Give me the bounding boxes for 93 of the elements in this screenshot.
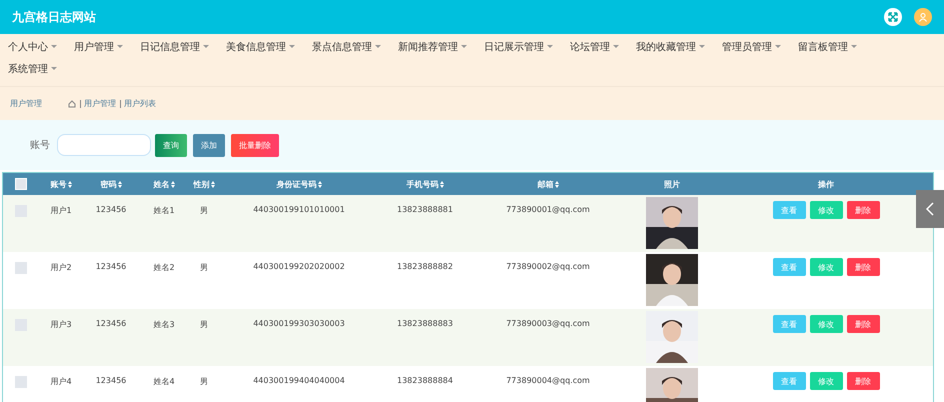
nav-menu-item[interactable]: 系统管理 xyxy=(8,58,57,80)
view-button[interactable]: 查看 xyxy=(772,315,806,333)
caret-icon xyxy=(547,45,553,49)
nav-menu-item[interactable]: 景点信息管理 xyxy=(312,36,381,58)
row-checkbox[interactable] xyxy=(15,262,27,274)
table-cell-text: 123456 xyxy=(94,261,128,271)
column-header[interactable]: 邮箱 xyxy=(471,178,625,190)
caret-icon xyxy=(203,45,209,49)
table-cell-text: 773890004@qq.com xyxy=(505,375,591,385)
delete-button[interactable]: 删除 xyxy=(846,258,880,276)
table-cell-text: 773890003@qq.com xyxy=(505,318,591,328)
caret-icon xyxy=(851,45,857,49)
account-label: 账号 xyxy=(30,138,50,152)
table-cell-text: 男 xyxy=(199,205,209,216)
sort-icon xyxy=(210,180,214,188)
table-cell-text: 姓名4 xyxy=(152,376,176,387)
caret-icon xyxy=(375,45,381,49)
caret-icon xyxy=(461,45,467,49)
user-avatar-icon[interactable] xyxy=(914,8,932,26)
caret-icon xyxy=(289,45,295,49)
table-cell-text: 用户3 xyxy=(49,319,73,330)
sort-icon xyxy=(554,180,558,188)
caret-icon xyxy=(699,45,705,49)
caret-icon xyxy=(117,45,123,49)
table-cell-text: 440300199101010001 xyxy=(252,204,346,214)
page-section-title: 用户管理 xyxy=(10,98,42,109)
column-header: 操作 xyxy=(816,178,835,190)
table-cell-text: 用户2 xyxy=(49,262,73,273)
table-cell-text: 男 xyxy=(199,319,209,330)
delete-button[interactable]: 删除 xyxy=(846,201,880,219)
nav-menu-item[interactable]: 论坛管理 xyxy=(570,36,619,58)
breadcrumb-link[interactable]: 用户列表 xyxy=(120,100,156,108)
table-cell-text: 123456 xyxy=(94,204,128,214)
account-field[interactable] xyxy=(57,134,151,156)
row-checkbox[interactable] xyxy=(15,376,27,388)
table-cell-text: 440300199303030003 xyxy=(252,318,346,328)
select-all-checkbox[interactable] xyxy=(15,178,27,190)
nav-menu-item[interactable]: 留言板管理 xyxy=(798,36,857,58)
table-cell-text: 用户4 xyxy=(49,376,73,387)
table-cell-text: 13823888883 xyxy=(396,318,454,328)
breadcrumb-link[interactable]: 用户管理 xyxy=(80,100,116,108)
fullscreen-icon[interactable] xyxy=(884,8,902,26)
view-button[interactable]: 查看 xyxy=(772,258,806,276)
table-cell-text: 13823888884 xyxy=(396,375,454,385)
table-cell-text: 440300199404040004 xyxy=(252,375,346,385)
add-button[interactable]: 添加 xyxy=(193,134,225,156)
column-header[interactable]: 姓名 xyxy=(139,178,189,190)
table-cell-text: 姓名3 xyxy=(152,319,176,330)
caret-icon xyxy=(613,45,619,49)
search-button[interactable]: 查询 xyxy=(155,134,187,156)
nav-menu-item[interactable]: 我的收藏管理 xyxy=(636,36,705,58)
chevron-left-icon xyxy=(926,202,934,216)
sort-icon xyxy=(440,180,444,188)
nav-menu-item[interactable]: 用户管理 xyxy=(74,36,123,58)
delete-button[interactable]: 批量删除 xyxy=(231,134,279,156)
nav-menu-item[interactable]: 日记信息管理 xyxy=(140,36,209,58)
caret-icon xyxy=(51,67,57,71)
column-header: 照片 xyxy=(663,178,681,190)
column-header[interactable]: 账号 xyxy=(39,178,83,190)
nav-menu-item[interactable]: 新闻推荐管理 xyxy=(398,36,467,58)
table-cell-text: 男 xyxy=(199,262,209,273)
table-cell-text: 男 xyxy=(199,376,209,387)
column-header[interactable]: 手机号码 xyxy=(379,178,471,190)
collapse-tab[interactable] xyxy=(916,190,944,228)
column-header[interactable]: 性别 xyxy=(189,178,219,190)
table-cell-text: 440300199202020002 xyxy=(252,261,346,271)
table-cell-text: 773890001@qq.com xyxy=(505,204,591,214)
delete-button[interactable]: 删除 xyxy=(846,315,880,333)
view-button[interactable]: 查看 xyxy=(772,201,806,219)
caret-icon xyxy=(775,45,781,49)
sort-icon xyxy=(118,180,122,188)
sort-icon xyxy=(68,180,72,188)
view-button[interactable]: 查看 xyxy=(772,372,806,390)
table-cell-text: 773890002@qq.com xyxy=(505,261,591,271)
home-icon xyxy=(68,100,76,108)
caret-icon xyxy=(51,45,57,49)
table-cell-text: 姓名2 xyxy=(152,262,176,273)
nav-menu-item[interactable]: 管理员管理 xyxy=(722,36,781,58)
table-cell-text: 13823888882 xyxy=(396,261,454,271)
table-cell-text: 123456 xyxy=(94,375,128,385)
column-header[interactable]: 身份证号码 xyxy=(219,178,379,190)
nav-menu-item[interactable]: 个人中心 xyxy=(8,36,57,58)
nav-menu-item[interactable]: 美食信息管理 xyxy=(226,36,295,58)
nav-menu-item[interactable]: 日记展示管理 xyxy=(484,36,553,58)
table-cell-text: 姓名1 xyxy=(152,205,176,216)
sort-icon xyxy=(318,180,322,188)
column-header[interactable]: 密码 xyxy=(83,178,139,190)
table-cell-text: 用户1 xyxy=(49,205,73,216)
table-cell-text: 123456 xyxy=(94,318,128,328)
delete-button[interactable]: 删除 xyxy=(846,372,880,390)
table-cell-text: 13823888881 xyxy=(396,204,454,214)
site-title: 九宫格日志网站 xyxy=(12,8,97,26)
sort-icon xyxy=(170,180,174,188)
